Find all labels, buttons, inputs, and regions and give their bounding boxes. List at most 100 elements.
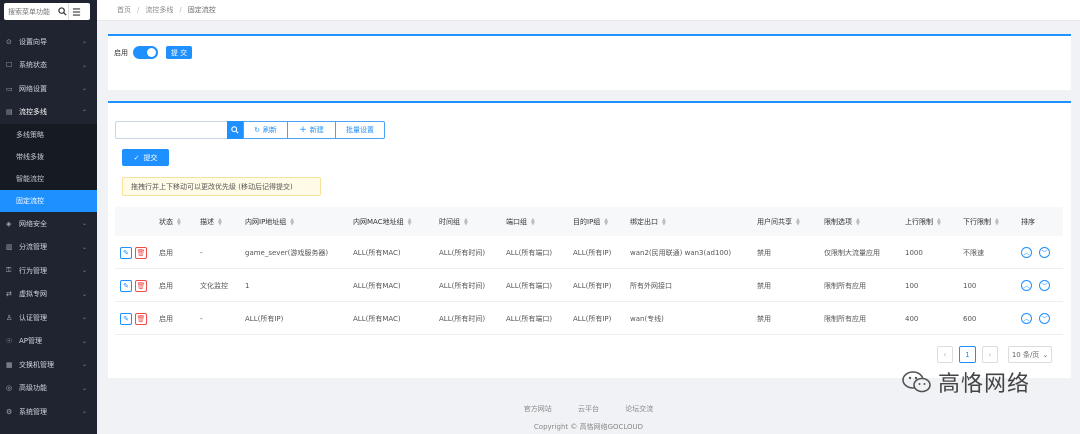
footer-link-official[interactable]: 官方网站: [524, 405, 552, 413]
sort-icon: ▲ ▼: [662, 216, 666, 227]
breadcrumb-parent[interactable]: 流控多线: [145, 5, 173, 15]
col-desc[interactable]: 描述 ▲ ▼: [200, 207, 222, 236]
sidebar-item-behavior-management[interactable]: ⚿ 行为管理 ⌄: [0, 259, 97, 283]
sort-icon: ▲ ▼: [995, 216, 999, 227]
col-outlet[interactable]: 绑定出口 ▲ ▼: [630, 207, 666, 236]
breadcrumb-home[interactable]: 首页: [117, 5, 131, 15]
switch-icon: ▦: [6, 360, 13, 369]
sidebar-item-smart-flow[interactable]: 智能流控: [0, 168, 97, 190]
table-header: 状态 ▲ ▼ 描述 ▲ ▼ 内网IP地址组 ▲ ▼ 内网MAC地址组 ▲ ▼ 时间组 ▲ ▼ 端口组…: [115, 207, 1063, 236]
sidebar-item-multiline-policy[interactable]: 多线策略: [0, 124, 97, 146]
edit-icon[interactable]: ✎: [120, 279, 132, 292]
col-up-limit[interactable]: 上行限制 ▲ ▼: [905, 207, 941, 236]
chevron-down-icon: ⌄: [81, 337, 87, 345]
menu-search-input[interactable]: [4, 7, 56, 16]
menu-icon[interactable]: [68, 3, 84, 20]
chevron-down-icon: ⌄: [81, 38, 87, 46]
vpn-icon: ⇄: [6, 290, 12, 299]
col-dest-ip[interactable]: 目的IP组 ▲ ▼: [573, 207, 608, 236]
move-up-icon[interactable]: ︿: [1021, 247, 1032, 258]
plus-icon: +: [299, 125, 307, 135]
rule-search-input[interactable]: [115, 121, 227, 139]
network-icon: ▭: [6, 84, 13, 93]
flow-control-submenu: 多线策略 带线多拨 智能流控 固定流控: [0, 124, 97, 212]
col-share[interactable]: 用户间共享 ▲ ▼: [757, 207, 800, 236]
table-row[interactable]: ✎ 🗑 启用 - game_sever(游戏服务器) ALL(所有MAC) ALL…: [115, 236, 1063, 269]
sort-icon: ▲ ▼: [218, 216, 222, 227]
sidebar-item-fixed-flow[interactable]: 固定流控: [0, 190, 97, 212]
footer: 官方网站 云平台 论坛交流 Copyright © 高恪网络GOCLOUD: [97, 404, 1080, 432]
pagination: ‹ 1 › 10 条/页 ⌄: [937, 346, 1052, 363]
search-icon[interactable]: [56, 3, 68, 20]
submit-top-button[interactable]: 提 交: [166, 46, 192, 59]
batch-settings-button[interactable]: 批量设置: [336, 121, 385, 139]
edit-icon[interactable]: ✎: [120, 312, 132, 325]
move-down-icon[interactable]: ﹀: [1039, 313, 1050, 324]
enable-card: 启用 提 交: [108, 34, 1071, 90]
sidebar-item-system-management[interactable]: ⚙ 系统管理 ⌄: [0, 400, 97, 424]
delete-icon[interactable]: 🗑: [135, 279, 147, 292]
priority-notice: 拖拽行并上下移动可以更改优先级 (移动后记得提交): [122, 177, 321, 196]
check-icon: ✓: [133, 153, 140, 162]
submit-button[interactable]: ✓ 提交: [122, 149, 169, 166]
chevron-down-icon: ⌄: [1042, 350, 1049, 359]
sidebar-item-vpn[interactable]: ⇄ 虚拟专网 ⌄: [0, 283, 97, 307]
sidebar-item-setup-wizard[interactable]: ⊙ 设置向导 ⌄: [0, 30, 97, 54]
sidebar-item-auth-management[interactable]: ♙ 认证管理 ⌄: [0, 306, 97, 330]
move-up-icon[interactable]: ︿: [1021, 313, 1032, 324]
menu-search-box: [4, 3, 90, 20]
sidebar-item-network-security[interactable]: ◈ 网络安全 ⌄: [0, 212, 97, 236]
sidebar-item-ap-management[interactable]: ☉ AP管理 ⌄: [0, 330, 97, 354]
col-port[interactable]: 端口组 ▲ ▼: [506, 207, 535, 236]
next-page-button[interactable]: ›: [982, 346, 998, 363]
footer-link-cloud[interactable]: 云平台: [578, 405, 599, 413]
col-lan-ip[interactable]: 内网IP地址组 ▲ ▼: [245, 207, 294, 236]
page-size-select[interactable]: 10 条/页 ⌄: [1008, 346, 1052, 363]
sidebar-item-multi-dial[interactable]: 带线多拨: [0, 146, 97, 168]
sort-icon: ▲ ▼: [407, 216, 412, 227]
move-down-icon[interactable]: ﹀: [1039, 247, 1050, 258]
table-row[interactable]: ✎ 🗑 启用 文化监控 1 ALL(所有MAC) ALL(所有时间) ALL(所有…: [115, 269, 1063, 302]
edit-icon[interactable]: ✎: [120, 246, 132, 259]
toolbar: ↻ 刷新 + 新建 批量设置: [115, 121, 385, 139]
footer-link-forum[interactable]: 论坛交流: [625, 405, 653, 413]
behavior-icon: ⚿: [6, 266, 12, 275]
sidebar-item-network-settings[interactable]: ▭ 网络设置 ⌄: [0, 77, 97, 101]
sidebar-item-system-status[interactable]: ☐ 系统状态 ⌄: [0, 54, 97, 78]
sidebar-item-flow-control[interactable]: ▤ 流控多线 ⌃: [0, 101, 97, 125]
delete-icon[interactable]: 🗑: [135, 246, 147, 259]
search-button[interactable]: [227, 121, 243, 139]
sort-icon: ▲ ▼: [464, 216, 468, 227]
prev-page-button[interactable]: ‹: [937, 346, 953, 363]
chevron-down-icon: ⌄: [81, 61, 87, 69]
sort-icon: ▲ ▼: [796, 216, 800, 227]
sidebar: ⊙设置向导⌄ ☐系统状态⌄ ▭网络设置⌄ ▤流控多线⌃ 多线策略 带线多拨 智能…: [0, 0, 97, 434]
col-lan-mac[interactable]: 内网MAC地址组 ▲ ▼: [353, 207, 411, 236]
sidebar-item-switch-management[interactable]: ▦ 交换机管理 ⌄: [0, 353, 97, 377]
new-button[interactable]: + 新建: [288, 121, 336, 139]
breadcrumb: 首页 / 流控多线 / 固定流控: [97, 0, 1080, 21]
enable-label: 启用: [114, 48, 128, 57]
table-row[interactable]: ✎ 🗑 启用 - ALL(所有IP) ALL(所有MAC) ALL(所有时间) A…: [115, 302, 1063, 335]
col-limit-option[interactable]: 限制选项 ▲ ▼: [824, 207, 860, 236]
move-up-icon[interactable]: ︿: [1021, 280, 1032, 291]
sidebar-item-split-management[interactable]: ▥ 分流管理 ⌄: [0, 236, 97, 260]
sort-icon: ▲ ▼: [290, 216, 295, 227]
col-time[interactable]: 时间组 ▲ ▼: [439, 207, 468, 236]
chevron-down-icon: ⌄: [81, 314, 87, 322]
ap-icon: ☉: [6, 337, 13, 346]
sort-icon: ▲ ▼: [937, 216, 941, 227]
move-down-icon[interactable]: ﹀: [1039, 280, 1050, 291]
delete-icon[interactable]: 🗑: [135, 312, 147, 325]
col-status[interactable]: 状态 ▲ ▼: [159, 207, 181, 236]
copyright: Copyright © 高恪网络GOCLOUD: [533, 423, 644, 431]
col-down-limit[interactable]: 下行限制 ▲ ▼: [963, 207, 999, 236]
sidebar-item-advanced[interactable]: ◎ 高级功能 ⌄: [0, 377, 97, 401]
col-order: 排序: [1021, 217, 1035, 226]
refresh-button[interactable]: ↻ 刷新: [243, 121, 288, 139]
sort-icon: ▲ ▼: [177, 216, 181, 227]
wechat-icon: [902, 370, 932, 394]
page-number[interactable]: 1: [959, 346, 976, 363]
enable-toggle[interactable]: [133, 46, 158, 59]
chevron-down-icon: ⌄: [81, 243, 87, 251]
